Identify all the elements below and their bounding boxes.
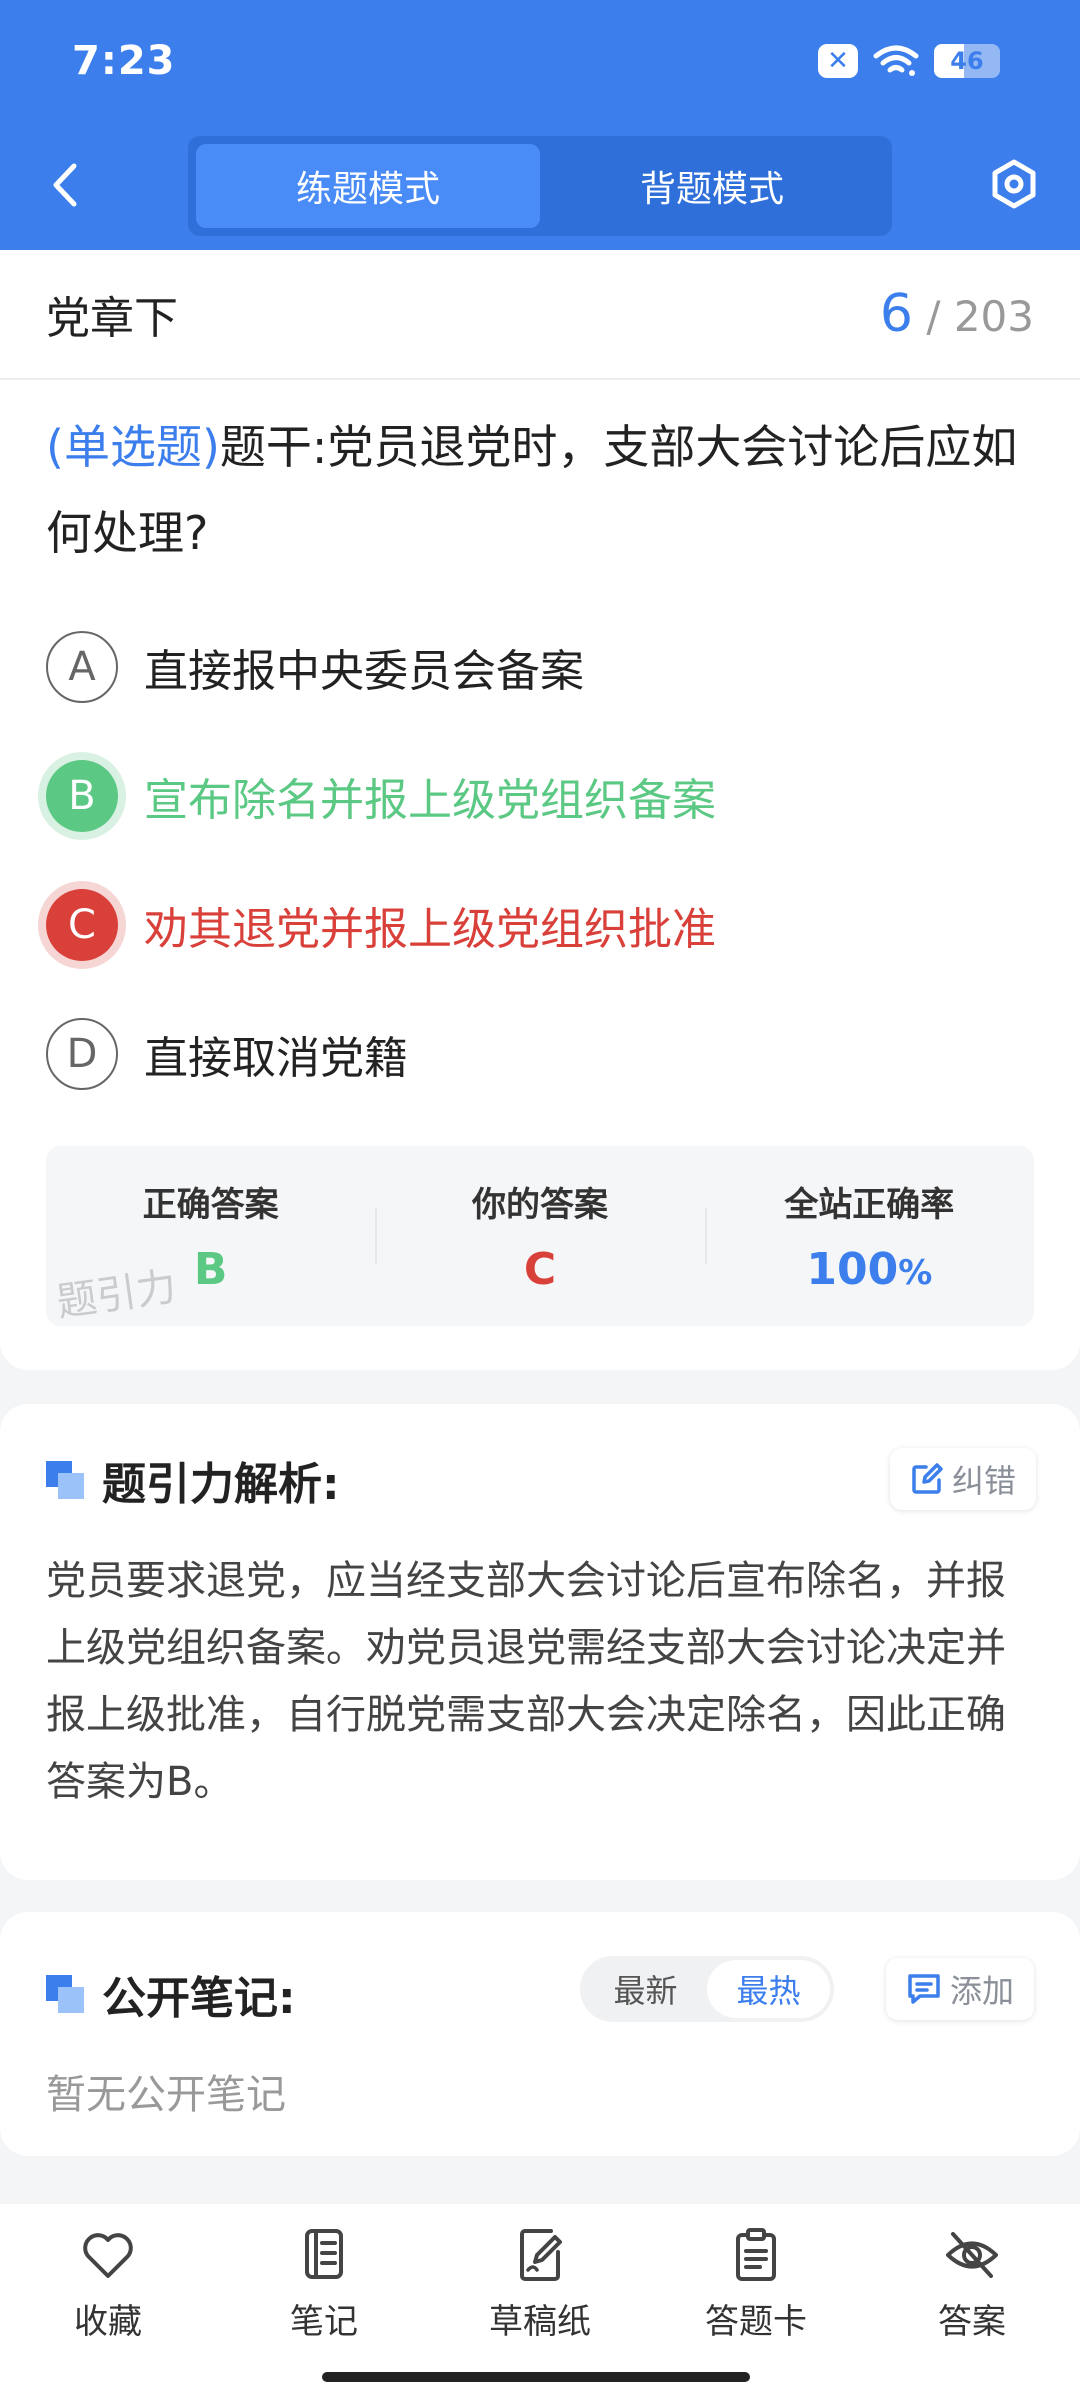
eye-off-icon xyxy=(946,2232,998,2278)
battery-indicator: 46 xyxy=(934,44,1000,78)
no-sim-icon: ✕ xyxy=(818,44,858,78)
site-accuracy-value: 100% xyxy=(806,1244,932,1295)
add-note-label: 添加 xyxy=(949,1972,1014,2010)
home-indicator[interactable] xyxy=(322,2372,750,2382)
answer-card-label: 答题卡 xyxy=(705,2302,807,2342)
analysis-title: 题引力解析: xyxy=(102,1459,340,1510)
chapter-title: 党章下 xyxy=(46,293,178,344)
site-accuracy-unit: % xyxy=(898,1253,933,1293)
tab-memorize-mode[interactable]: 背题模式 xyxy=(540,144,884,228)
edit-icon xyxy=(912,1463,943,1494)
answer-summary: 正确答案 B 你的答案 C 全站正确率 100% xyxy=(46,1146,1034,1326)
sort-hottest[interactable]: 最热 xyxy=(707,1960,830,2018)
question-progress[interactable]: 6 / 203 xyxy=(880,284,1034,344)
your-answer-value: C xyxy=(523,1244,557,1295)
mode-switch: 练题模式 背题模式 xyxy=(188,136,892,236)
option-letter: D xyxy=(46,1017,118,1090)
chapter-row: 党章下 6 / 203 xyxy=(0,250,1080,380)
app-header: 7:23 ✕ 46 练题模式 背题模式 xyxy=(0,0,1080,250)
option-text: 劝其退党并报上级党组织批准 xyxy=(144,903,716,955)
back-button[interactable] xyxy=(40,150,90,220)
draft-paper-icon xyxy=(520,2229,562,2281)
option-b[interactable]: B 宣布除名并报上级党组织备案 xyxy=(0,731,1080,860)
section-mark-icon xyxy=(46,1975,84,2013)
bottom-toolbar: 收藏 笔记 草稿纸 答题卡 答案 xyxy=(0,2204,1080,2400)
analysis-card: 题引力解析: 纠错 党员要求退党，应当经支部大会讨论后宣布除名，并报上级党组织备… xyxy=(0,1404,1080,1880)
report-error-button[interactable]: 纠错 xyxy=(889,1448,1036,1510)
question-stem: (单选题)题干:党员退党时，支部大会讨论后应如何处理? xyxy=(0,380,1080,576)
show-answer-button[interactable]: 答案 xyxy=(864,2204,1080,2400)
settings-button[interactable] xyxy=(984,152,1044,216)
chevron-left-icon xyxy=(53,163,77,207)
correct-answer-label: 正确答案 xyxy=(142,1185,279,1225)
question-type: (单选题) xyxy=(46,420,220,474)
options-list: A 直接报中央委员会备案 B 宣布除名并报上级党组织备案 C 劝其退党并报上级党… xyxy=(0,602,1080,1118)
option-letter: C xyxy=(46,888,118,961)
report-error-label: 纠错 xyxy=(951,1462,1016,1500)
total-questions: 203 xyxy=(953,292,1034,341)
tab-practice-mode[interactable]: 练题模式 xyxy=(196,144,540,228)
answer-card-icon xyxy=(736,2228,776,2281)
status-icons: ✕ 46 xyxy=(818,44,1000,78)
site-accuracy-col: 全站正确率 100% xyxy=(704,1146,1034,1326)
option-text: 宣布除名并报上级党组织备案 xyxy=(144,774,716,826)
empty-notes-text: 暂无公开笔记 xyxy=(46,2072,286,2118)
current-question-number: 6 xyxy=(879,284,913,344)
draft-paper-button[interactable]: 草稿纸 xyxy=(432,2204,648,2400)
status-time: 7:23 xyxy=(72,38,176,84)
notes-title: 公开笔记: xyxy=(102,1973,296,2024)
comment-icon xyxy=(908,1974,940,2004)
notes-label: 笔记 xyxy=(290,2302,358,2342)
notes-header: 公开笔记: xyxy=(46,1962,296,2026)
show-answer-label: 答案 xyxy=(938,2302,1006,2342)
site-accuracy-label: 全站正确率 xyxy=(784,1185,955,1225)
analysis-text: 党员要求退党，应当经支部大会讨论后宣布除名，并报上级党组织备案。劝党员退党需经支… xyxy=(46,1558,1006,1805)
heart-icon xyxy=(83,2233,133,2278)
add-note-button[interactable]: 添加 xyxy=(885,1958,1034,2020)
progress-separator: / xyxy=(926,292,941,341)
option-c[interactable]: C 劝其退党并报上级党组织批准 xyxy=(0,860,1080,989)
favorite-label: 收藏 xyxy=(74,2302,142,2342)
option-a[interactable]: A 直接报中央委员会备案 xyxy=(0,602,1080,731)
your-answer-col: 你的答案 C xyxy=(375,1146,704,1326)
battery-level-text: 46 xyxy=(950,47,984,75)
analysis-header: 题引力解析: xyxy=(46,1448,340,1512)
section-mark-icon xyxy=(46,1461,84,1499)
your-answer-label: 你的答案 xyxy=(471,1185,608,1225)
option-letter: A xyxy=(46,630,118,703)
favorite-button[interactable]: 收藏 xyxy=(0,2204,216,2400)
site-accuracy-number: 100 xyxy=(806,1244,899,1295)
notes-button[interactable]: 笔记 xyxy=(216,2204,432,2400)
wifi-icon xyxy=(873,45,919,76)
sort-latest[interactable]: 最新 xyxy=(584,1960,707,2018)
public-notes-card: 公开笔记: 最新 最热 添加 暂无公开笔记 xyxy=(0,1912,1080,2156)
draft-paper-label: 草稿纸 xyxy=(489,2302,591,2342)
hexagon-settings-icon xyxy=(992,159,1036,209)
answer-card-button[interactable]: 答题卡 xyxy=(648,2204,864,2400)
notes-sort-toggle: 最新 最热 xyxy=(580,1956,834,2022)
correct-answer-value: B xyxy=(193,1244,228,1295)
option-text: 直接取消党籍 xyxy=(144,1032,408,1084)
option-d[interactable]: D 直接取消党籍 xyxy=(0,989,1080,1118)
option-letter: B xyxy=(46,759,118,832)
option-text: 直接报中央委员会备案 xyxy=(144,645,584,697)
notebook-icon xyxy=(305,2229,343,2279)
